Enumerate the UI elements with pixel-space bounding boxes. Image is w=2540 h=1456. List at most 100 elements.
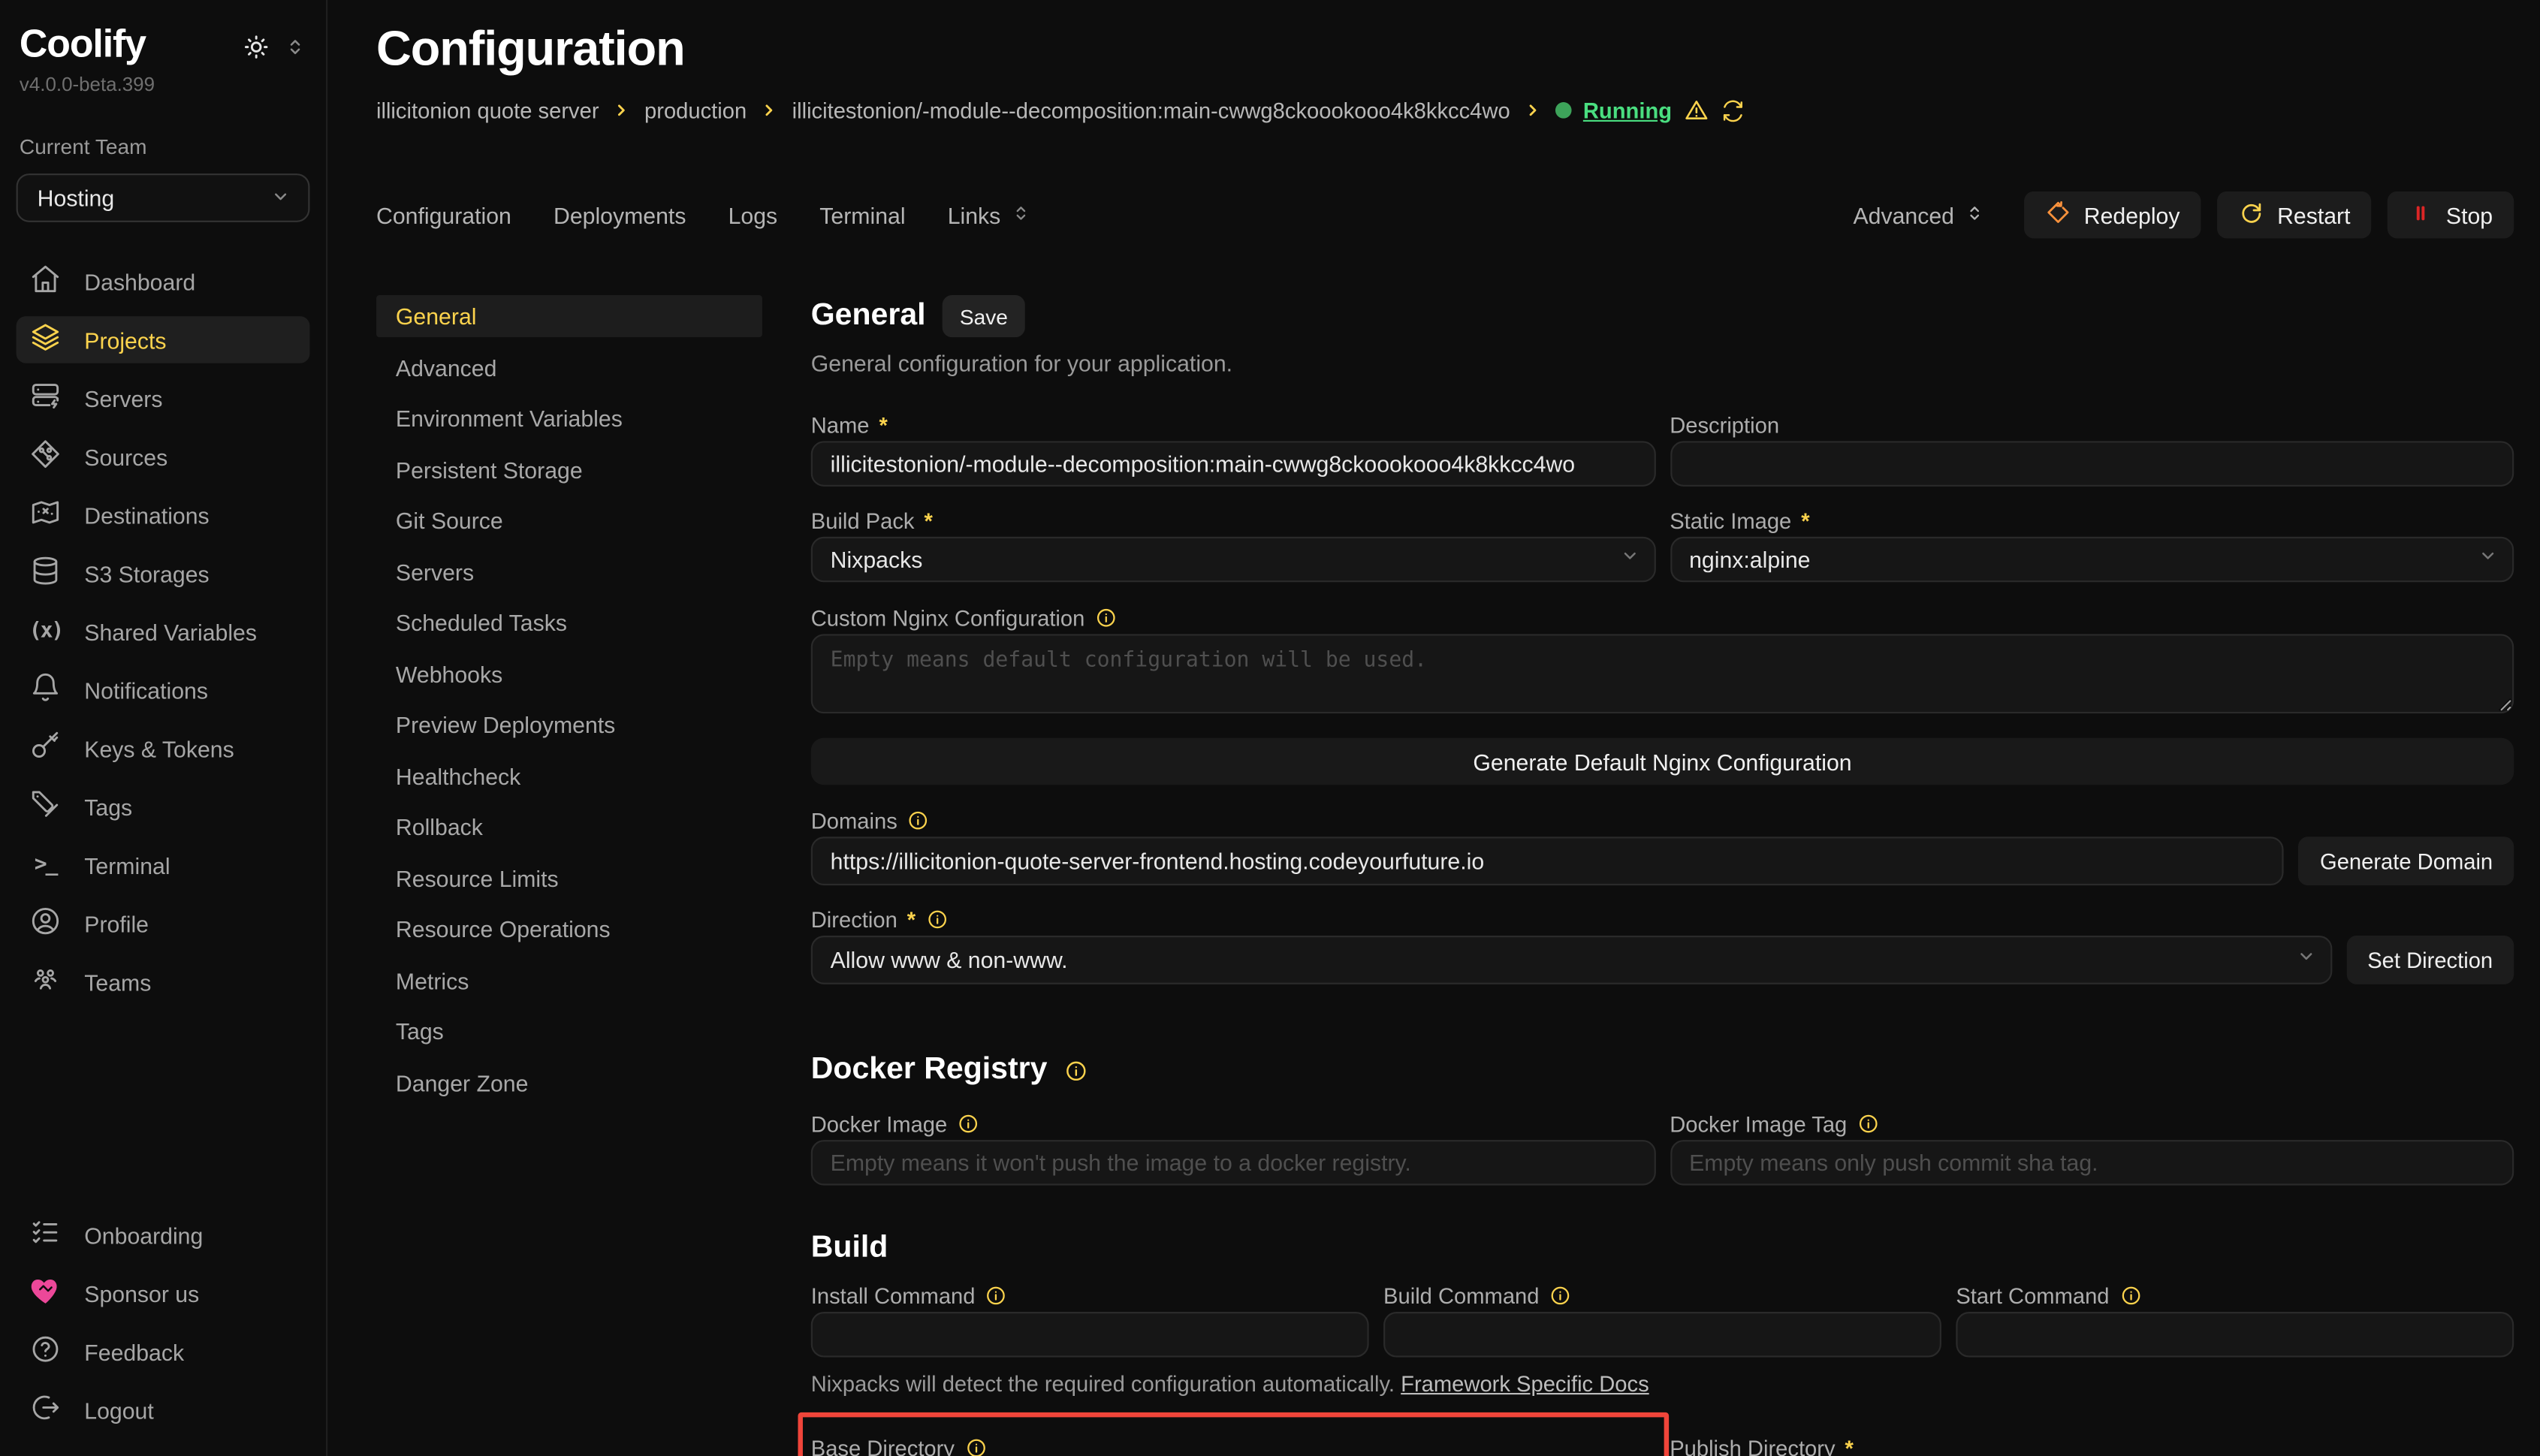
build-pack-select[interactable] bbox=[811, 537, 1655, 582]
docker-image-tag-input[interactable] bbox=[1670, 1140, 2514, 1185]
start-command-input[interactable] bbox=[1956, 1312, 2514, 1357]
sidebar-item-label: Profile bbox=[84, 911, 149, 937]
info-icon[interactable] bbox=[964, 1436, 987, 1456]
tab-deployments[interactable]: Deployments bbox=[554, 202, 686, 228]
info-icon[interactable] bbox=[1063, 1058, 1087, 1082]
install-command-label: Install Command bbox=[811, 1283, 976, 1307]
breadcrumb-project[interactable]: illicitonion quote server bbox=[376, 98, 599, 122]
chevrons-up-down-icon bbox=[1010, 202, 1031, 228]
subnav-persistent-storage[interactable]: Persistent Storage bbox=[376, 448, 762, 490]
info-icon[interactable] bbox=[957, 1112, 979, 1135]
sidebar-item-notifications[interactable]: Notifications bbox=[17, 667, 310, 714]
info-icon[interactable] bbox=[2119, 1284, 2141, 1307]
tab-links-label: Links bbox=[948, 202, 1001, 228]
main-content: Configuration illicitonion quote server … bbox=[327, 0, 2540, 1456]
stop-icon bbox=[2409, 200, 2433, 230]
advanced-toggle-label: Advanced bbox=[1853, 202, 1953, 228]
warning-icon[interactable] bbox=[1683, 98, 1709, 124]
tab-terminal[interactable]: Terminal bbox=[819, 202, 905, 228]
stop-button[interactable]: Stop bbox=[2388, 191, 2514, 239]
start-command-label: Start Command bbox=[1956, 1283, 2109, 1307]
sidebar-item-label: Teams bbox=[84, 969, 151, 995]
theme-selector-icon[interactable] bbox=[284, 36, 306, 59]
breadcrumb-environment[interactable]: production bbox=[644, 98, 747, 122]
subnav-resource-operations[interactable]: Resource Operations bbox=[376, 908, 762, 950]
info-icon[interactable] bbox=[1549, 1284, 1571, 1307]
subnav-scheduled-tasks[interactable]: Scheduled Tasks bbox=[376, 601, 762, 644]
sidebar-item-terminal[interactable]: >_ Terminal bbox=[17, 842, 310, 889]
breadcrumb: illicitonion quote server production ill… bbox=[376, 98, 2514, 124]
set-direction-button[interactable]: Set Direction bbox=[2346, 936, 2514, 984]
framework-docs-link[interactable]: Framework Specific Docs bbox=[1401, 1372, 1649, 1396]
subnav-danger-zone[interactable]: Danger Zone bbox=[376, 1061, 762, 1103]
info-icon[interactable] bbox=[1094, 607, 1117, 629]
sidebar-item-shared-variables[interactable]: (x) Shared Variables bbox=[17, 608, 310, 656]
name-input[interactable] bbox=[811, 441, 1655, 486]
sidebar-item-sponsor-us[interactable]: Sponsor us bbox=[17, 1270, 310, 1317]
subnav-general[interactable]: General bbox=[376, 295, 762, 337]
breadcrumb-application[interactable]: illicitestonion/-module--decomposition:m… bbox=[792, 98, 1510, 122]
subnav-preview-deployments[interactable]: Preview Deployments bbox=[376, 704, 762, 746]
home-icon bbox=[29, 263, 62, 300]
install-command-input[interactable] bbox=[811, 1312, 1369, 1357]
sidebar-item-feedback[interactable]: Feedback bbox=[17, 1328, 310, 1376]
refresh-icon[interactable] bbox=[1721, 98, 1745, 122]
description-label: Description bbox=[1670, 413, 1779, 437]
tab-configuration[interactable]: Configuration bbox=[376, 202, 511, 228]
server-icon bbox=[29, 379, 62, 417]
sidebar-item-teams[interactable]: Teams bbox=[17, 958, 310, 1005]
build-command-input[interactable] bbox=[1383, 1312, 1941, 1357]
save-button[interactable]: Save bbox=[942, 295, 1026, 337]
direction-select[interactable] bbox=[811, 936, 2332, 984]
advanced-toggle[interactable]: Advanced bbox=[1853, 202, 1985, 228]
info-icon[interactable] bbox=[985, 1284, 1007, 1307]
subnav-git-source[interactable]: Git Source bbox=[376, 499, 762, 541]
status-running-link[interactable]: Running bbox=[1583, 98, 1672, 122]
sidebar-item-profile[interactable]: Profile bbox=[17, 900, 310, 948]
sidebar-item-projects[interactable]: Projects bbox=[17, 316, 310, 363]
subnav-resource-limits[interactable]: Resource Limits bbox=[376, 857, 762, 899]
domains-input[interactable] bbox=[811, 837, 2285, 885]
subnav-rollback[interactable]: Rollback bbox=[376, 806, 762, 848]
users-group-icon bbox=[29, 963, 62, 1001]
generate-nginx-button[interactable]: Generate Default Nginx Configuration bbox=[811, 738, 2514, 785]
description-input[interactable] bbox=[1670, 441, 2514, 486]
generate-domain-button[interactable]: Generate Domain bbox=[2299, 837, 2514, 885]
tab-links[interactable]: Links bbox=[948, 202, 1032, 228]
sidebar-item-tags[interactable]: Tags bbox=[17, 783, 310, 830]
redeploy-button[interactable]: Redeploy bbox=[2024, 191, 2201, 239]
theme-sun-icon[interactable] bbox=[242, 32, 271, 62]
subnav-webhooks[interactable]: Webhooks bbox=[376, 653, 762, 695]
static-image-select[interactable] bbox=[1670, 537, 2514, 582]
tab-bar: Configuration Deployments Logs Terminal … bbox=[376, 191, 2514, 239]
subnav-metrics[interactable]: Metrics bbox=[376, 959, 762, 1001]
docker-image-input[interactable] bbox=[811, 1140, 1655, 1185]
tab-logs[interactable]: Logs bbox=[729, 202, 778, 228]
subnav-healthcheck[interactable]: Healthcheck bbox=[376, 755, 762, 797]
subnav-advanced[interactable]: Advanced bbox=[376, 346, 762, 388]
sidebar-item-logout[interactable]: Logout bbox=[17, 1386, 310, 1433]
info-icon[interactable] bbox=[907, 809, 930, 832]
team-select[interactable]: Hosting bbox=[17, 173, 310, 222]
app-root: Coolify v4.0.0-beta.399 Current Team Hos… bbox=[0, 0, 2540, 1456]
sidebar-item-sources[interactable]: Sources bbox=[17, 433, 310, 481]
subnav-tags[interactable]: Tags bbox=[376, 1010, 762, 1052]
info-icon[interactable] bbox=[925, 908, 948, 930]
sidebar-item-label: Sponsor us bbox=[84, 1280, 199, 1307]
sidebar-item-servers[interactable]: Servers bbox=[17, 375, 310, 422]
subnav-environment-variables[interactable]: Environment Variables bbox=[376, 397, 762, 439]
sidebar-item-dashboard[interactable]: Dashboard bbox=[17, 258, 310, 305]
section-title-docker-registry: Docker Registry bbox=[811, 1053, 1048, 1089]
sidebar-item-onboarding[interactable]: Onboarding bbox=[17, 1211, 310, 1259]
restart-icon bbox=[2238, 200, 2264, 231]
sidebar-item-destinations[interactable]: Destinations bbox=[17, 491, 310, 538]
info-icon[interactable] bbox=[1857, 1112, 1879, 1135]
custom-nginx-textarea[interactable] bbox=[811, 634, 2514, 713]
domains-label: Domains bbox=[811, 809, 897, 833]
status-group: Running bbox=[1555, 98, 1745, 124]
restart-button[interactable]: Restart bbox=[2217, 191, 2371, 239]
sidebar-item-keys-tokens[interactable]: Keys & Tokens bbox=[17, 725, 310, 772]
chevron-right-icon bbox=[612, 101, 632, 120]
subnav-servers[interactable]: Servers bbox=[376, 550, 762, 592]
sidebar-item-s3-storages[interactable]: S3 Storages bbox=[17, 550, 310, 597]
